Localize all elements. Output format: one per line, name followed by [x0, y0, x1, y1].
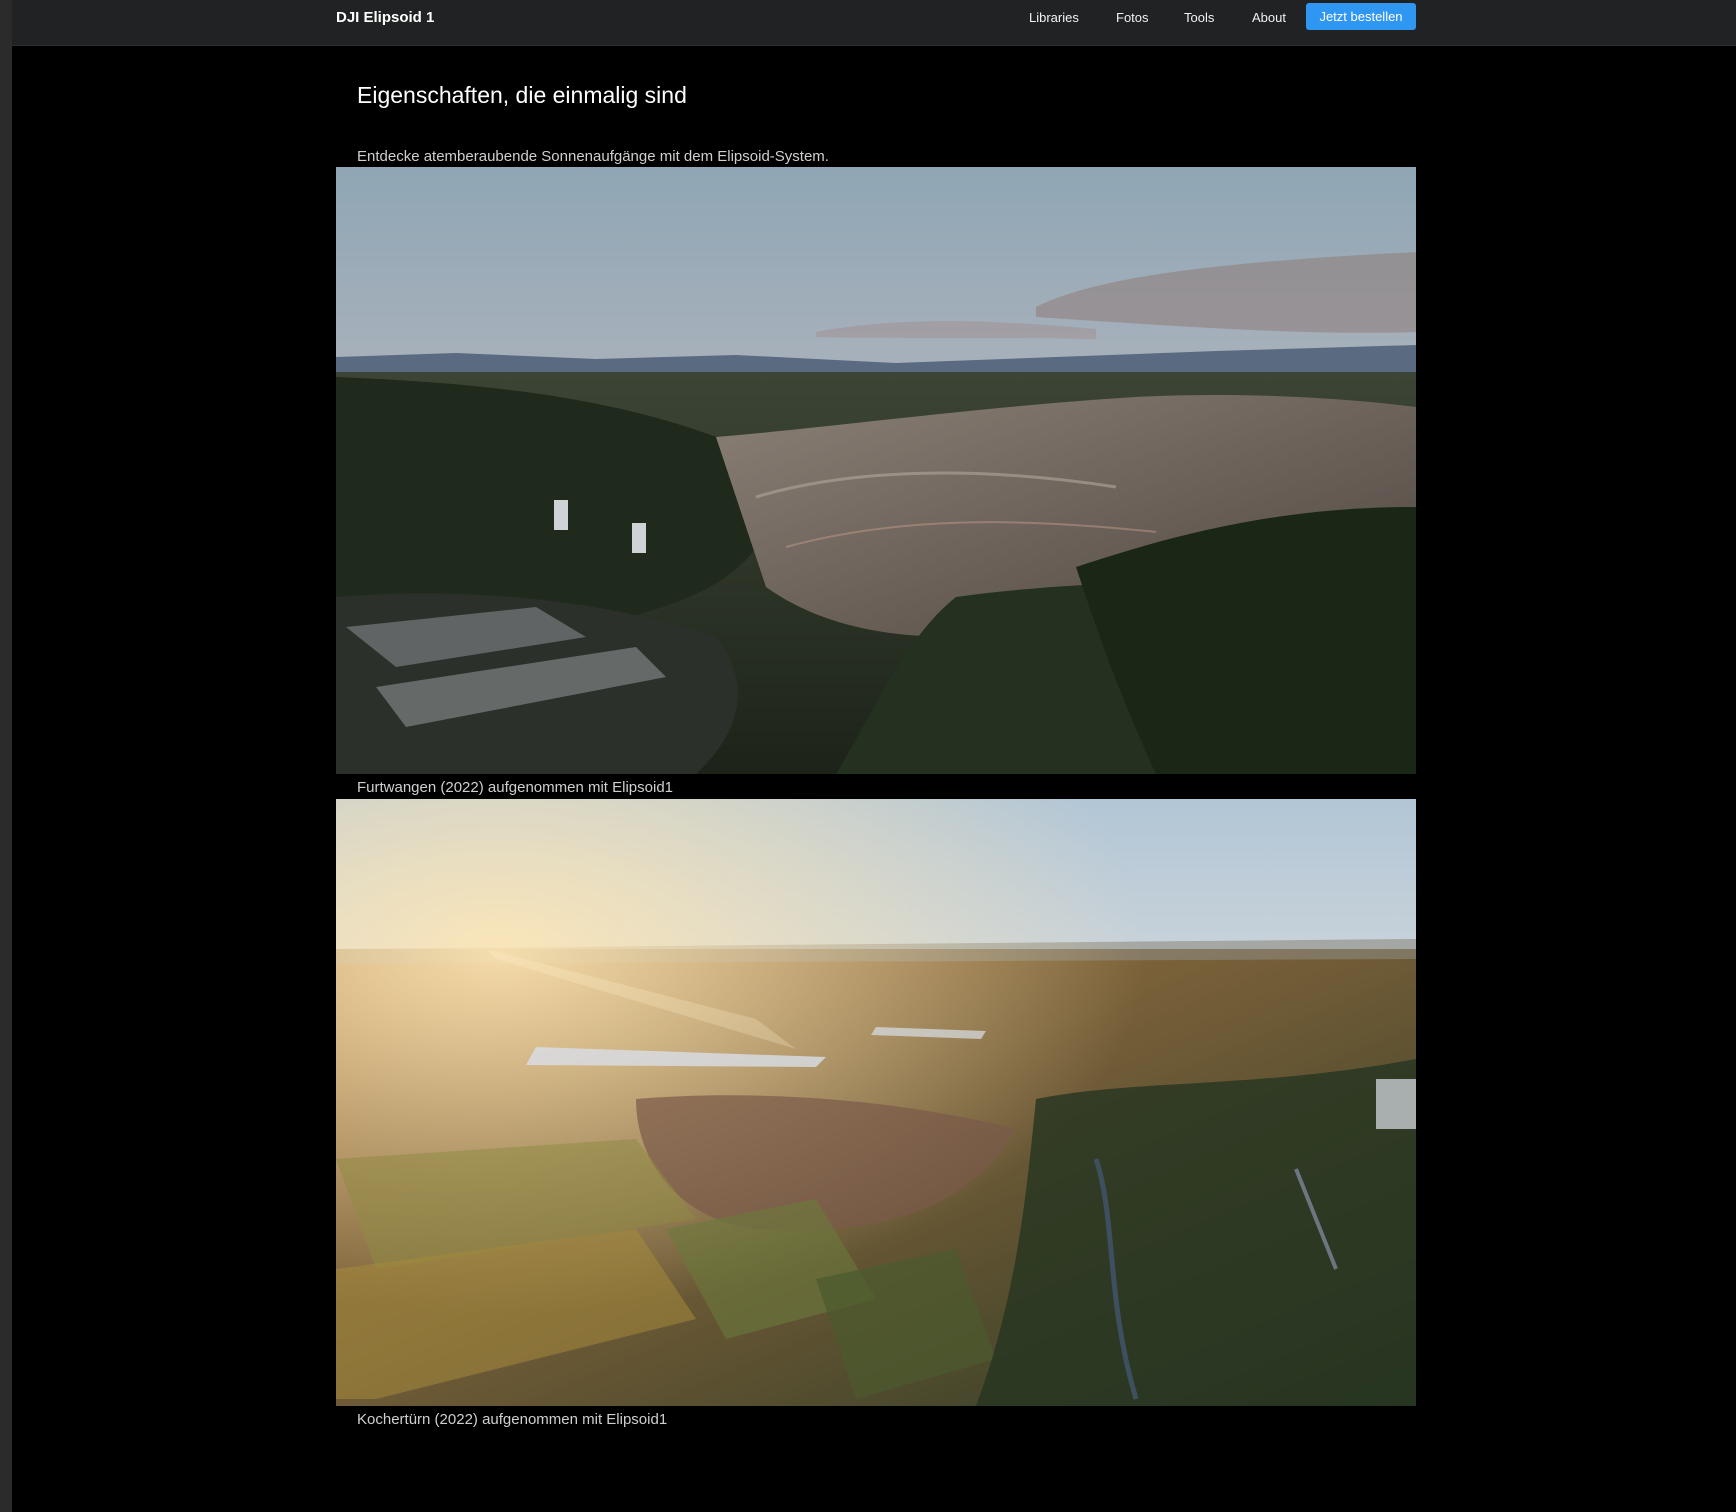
- top-navbar: DJI Elipsoid 1 Libraries Fotos Tools Abo…: [12, 0, 1736, 46]
- photo-caption-furtwangen: Furtwangen (2022) aufgenommen mit Elipso…: [357, 779, 674, 796]
- photo-caption-kochertuern: Kochertürn (2022) aufgenommen mit Elipso…: [357, 1411, 668, 1428]
- nav-link-libraries[interactable]: Libraries: [1029, 10, 1079, 25]
- page-title: Eigenschaften, die einmalig sind: [357, 82, 687, 108]
- intro-text: Entdecke atemberaubende Sonnenaufgänge m…: [357, 148, 829, 165]
- nav-link-about[interactable]: About: [1252, 10, 1286, 25]
- photo-kochertuern-image: [336, 799, 1416, 1406]
- photo-furtwangen: [336, 167, 1416, 774]
- order-now-button[interactable]: Jetzt bestellen: [1306, 3, 1416, 30]
- brand-logo[interactable]: DJI Elipsoid 1: [336, 9, 434, 26]
- nav-link-fotos[interactable]: Fotos: [1116, 10, 1149, 25]
- photo-furtwangen-image: [336, 167, 1416, 774]
- window-left-edge: [0, 0, 12, 1512]
- photo-kochertuern: [336, 799, 1416, 1406]
- nav-link-tools[interactable]: Tools: [1184, 10, 1214, 25]
